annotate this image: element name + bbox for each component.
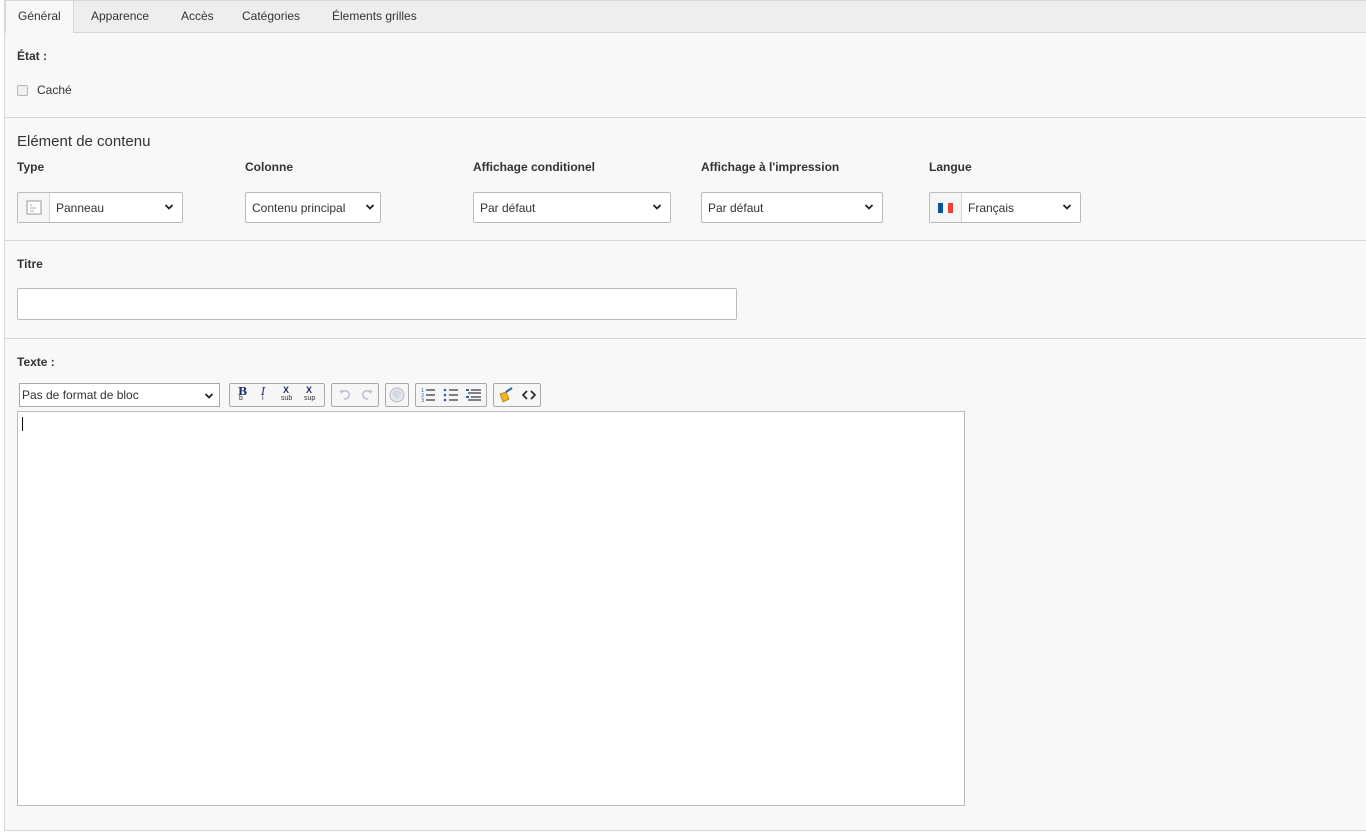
print-display-label: Affichage à l'impression [701,160,840,174]
print-display-select[interactable]: Par défaut [701,192,883,223]
hidden-checkbox[interactable] [17,85,28,96]
chevron-down-icon [204,393,214,399]
tab-bar: Général Apparence Accès Catégories Éleme… [5,0,1366,33]
chevron-down-icon [652,204,662,210]
tab-grid-elements[interactable]: Élements grilles [320,1,429,33]
chevron-down-icon [1062,204,1072,210]
block-format-select[interactable]: Pas de format de bloc [19,383,220,407]
list-toolbar-group: 1 2 3 [415,383,487,407]
link-toolbar-group [385,383,409,407]
redo-icon[interactable] [358,386,376,404]
rich-text-editor[interactable] [17,411,965,806]
flag-france-icon [930,193,962,222]
history-toolbar-group [331,383,379,407]
chevron-down-icon [365,204,375,210]
undo-icon[interactable] [336,386,354,404]
tab-appearance[interactable]: Apparence [79,1,161,33]
subscript-button[interactable]: X sub [280,385,298,404]
text-cursor [22,417,23,431]
content-element-title: Elément de contenu [17,133,151,150]
text-label: Texte : [17,355,55,369]
type-select[interactable]: Panneau [17,192,183,223]
language-select-value: Français [968,201,1015,215]
divider [5,117,1366,118]
bold-button[interactable]: B b [234,385,252,404]
chevron-down-icon [864,204,874,210]
state-label: État : [17,49,47,63]
conditional-display-value: Par défaut [480,201,536,215]
divider [5,338,1366,339]
column-select[interactable]: Contenu principal [245,192,381,223]
link-icon[interactable] [388,386,406,404]
source-code-icon[interactable] [520,386,538,404]
tab-categories[interactable]: Catégories [230,1,312,33]
ordered-list-icon[interactable]: 1 2 3 [419,386,437,404]
clean-format-icon[interactable] [497,386,515,404]
language-label: Langue [929,160,972,174]
language-select[interactable]: Français [929,192,1081,223]
tools-toolbar-group [493,383,541,407]
print-display-value: Par défaut [708,201,764,215]
column-select-value: Contenu principal [252,201,346,215]
conditional-display-label: Affichage conditionel [473,160,596,174]
divider [5,240,1366,241]
conditional-display-select[interactable]: Par défaut [473,192,671,223]
title-label: Titre [17,257,43,271]
type-select-value: Panneau [56,201,105,215]
italic-button[interactable]: I i [256,385,274,404]
tab-access[interactable]: Accès [169,1,226,33]
chevron-down-icon [164,204,174,210]
block-format-value: Pas de format de bloc [22,388,139,402]
type-label: Type [17,160,45,174]
column-label: Colonne [245,160,293,174]
content-panel-icon [18,193,50,222]
title-input[interactable] [17,288,737,320]
tab-general[interactable]: Général [5,0,74,33]
hidden-checkbox-label: Caché [37,83,72,97]
definition-list-icon[interactable] [465,386,483,404]
svg-text:3: 3 [421,398,424,404]
content-form: Général Apparence Accès Catégories Éleme… [4,0,1366,831]
superscript-button[interactable]: X sup [303,385,321,404]
bullet-list-icon[interactable] [442,386,460,404]
formatting-toolbar-group: B b I i X sub X sup [229,383,325,407]
